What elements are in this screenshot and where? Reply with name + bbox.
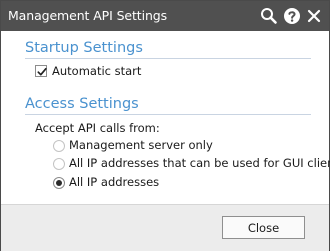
title-bar[interactable]: Management API Settings (1, 1, 329, 31)
checkbox-box[interactable] (35, 65, 47, 77)
close-button[interactable]: Close (222, 216, 305, 239)
radio-label-gui-client-addresses: All IP addresses that can be used for GU… (69, 156, 330, 170)
accept-api-calls-label: Accept API calls from: (35, 121, 160, 135)
checkmark-icon (37, 67, 47, 76)
management-api-settings-dialog: Management API Settings Startup Settings (0, 0, 330, 251)
radio-management-server-only[interactable] (53, 140, 65, 152)
close-icon[interactable] (304, 6, 324, 26)
radio-gui-client-addresses[interactable] (53, 158, 65, 170)
startup-divider (25, 58, 311, 59)
search-icon[interactable] (259, 6, 279, 26)
access-settings-heading: Access Settings (25, 96, 139, 112)
radio-all-ip-addresses[interactable] (53, 177, 65, 189)
radio-label-management-server-only: Management server only (69, 138, 213, 152)
radio-label-all-ip-addresses: All IP addresses (69, 175, 160, 189)
window-title: Management API Settings (8, 8, 168, 23)
startup-settings-heading: Startup Settings (25, 40, 143, 56)
dialog-footer: Close (1, 204, 329, 251)
help-icon[interactable] (282, 6, 302, 26)
access-divider (25, 114, 311, 115)
automatic-start-label: Automatic start (52, 64, 142, 78)
